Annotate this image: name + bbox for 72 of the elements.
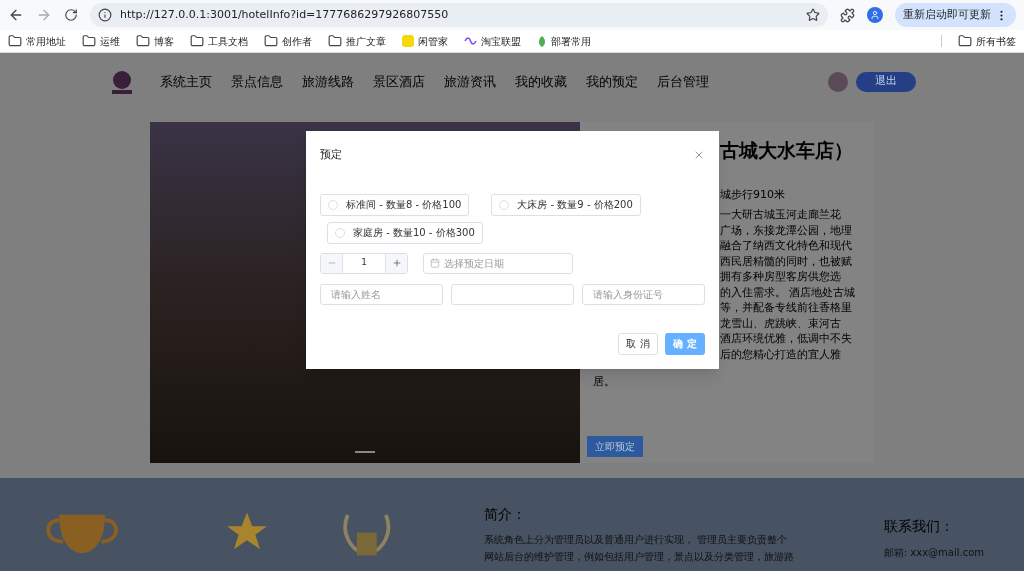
back-icon[interactable] xyxy=(8,7,24,23)
hotel-title: 古城大水车店） xyxy=(720,138,854,163)
description-line: 的入住需求。 酒店地处古城 xyxy=(720,284,857,300)
description-line: 广场，东接龙潭公园，地理 xyxy=(720,222,853,238)
intro-text: 网站后台的维护管理，例如包括用户管理，景点以及分类管理，旅游路 xyxy=(483,550,794,564)
contact-heading: 联系我们： xyxy=(883,517,955,536)
nav-link[interactable]: 后台管理 xyxy=(657,71,709,92)
bookmark-item[interactable]: 运维 xyxy=(82,33,120,49)
description-line: 等，并配备专线前往香格里 xyxy=(720,300,853,316)
extensions-icon[interactable] xyxy=(840,7,855,23)
update-button[interactable]: 重新启动即可更新 xyxy=(895,3,1016,27)
user-avatar[interactable] xyxy=(828,71,848,92)
app-icon xyxy=(402,35,414,47)
contact-email: 邮箱: xxx@mail.com xyxy=(883,546,984,560)
folder-icon xyxy=(136,34,150,48)
text-input-field[interactable]: 请输入姓名 xyxy=(320,283,443,305)
nav-link[interactable]: 我的预定 xyxy=(586,71,638,92)
bookmark-item[interactable]: 闲管家 xyxy=(402,33,448,49)
intro-text: 系统角色上分为管理员以及普通用户进行实现， 管理员主要负责整个 xyxy=(483,533,788,547)
bookmark-item[interactable]: 所有书签 xyxy=(958,33,1016,49)
quantity-value: 1 xyxy=(360,256,368,270)
wave-icon xyxy=(464,37,477,45)
room-option[interactable]: 大床房 - 数量9 - 价格200 xyxy=(491,193,641,216)
date-placeholder: 选择预定日期 xyxy=(444,256,504,271)
bookmark-item[interactable]: 常用地址 xyxy=(8,33,66,49)
intro-heading: 简介： xyxy=(483,505,527,524)
nav-link[interactable]: 旅游资讯 xyxy=(444,71,496,92)
bookmark-item[interactable]: 博客 xyxy=(136,33,174,49)
description-line: 后的您精心打造的宜人雅 xyxy=(720,346,842,362)
bookmark-star-icon[interactable] xyxy=(806,8,820,22)
room-option[interactable]: 家庭房 - 数量10 - 价格300 xyxy=(327,221,483,244)
folder-icon xyxy=(264,34,278,48)
quantity-stepper[interactable]: 1 xyxy=(320,252,408,274)
folder-icon xyxy=(82,34,96,48)
book-now-button[interactable]: 立即预定 xyxy=(587,436,643,457)
hotel-distance: 城步行910米 xyxy=(720,186,786,203)
description-line: 酒店环境优雅，低调中不失 xyxy=(720,331,853,347)
profile-avatar[interactable] xyxy=(867,7,883,23)
reload-icon[interactable] xyxy=(64,8,78,22)
nav-link[interactable]: 景区酒店 xyxy=(373,71,425,92)
forward-icon[interactable] xyxy=(36,7,52,23)
nav-link[interactable]: 系统主页 xyxy=(160,71,212,92)
text-input-field[interactable]: 请输入身份证号 xyxy=(582,283,705,305)
bookmark-item[interactable]: 淘宝联盟 xyxy=(464,33,521,49)
bookmark-item[interactable]: 推广文章 xyxy=(328,33,386,49)
cancel-button[interactable]: 取 消 xyxy=(618,332,658,355)
folder-icon xyxy=(190,34,204,48)
plus-icon[interactable] xyxy=(391,258,402,268)
dialog-title: 预定 xyxy=(320,147,342,163)
address-bar[interactable]: http://127.0.0.1:3001/hotelInfo?id=1777686297926807550 xyxy=(90,3,828,27)
nav-link[interactable]: 我的收藏 xyxy=(515,71,567,92)
description-line: 一大研古城玉河走廊兰花 xyxy=(720,207,842,223)
logout-button[interactable]: 退出 xyxy=(856,71,916,92)
folder-icon xyxy=(328,34,342,48)
bookmark-item[interactable]: 工具文档 xyxy=(190,33,248,49)
bookmark-item[interactable]: 创作者 xyxy=(264,33,312,49)
nav-link[interactable]: 景点信息 xyxy=(231,71,283,92)
text-input-field[interactable] xyxy=(451,283,574,305)
room-option[interactable]: 标准间 - 数量8 - 价格100 xyxy=(320,193,470,216)
bookmark-item[interactable]: 部署常用 xyxy=(537,33,591,49)
folder-icon xyxy=(8,34,22,48)
description-line: 西民居精髓的同时，也被赋 xyxy=(720,253,853,269)
description-line: 拥有多种房型客房供您选 xyxy=(720,269,842,285)
info-icon xyxy=(98,8,112,22)
calendar-icon xyxy=(430,258,440,268)
description-line: 居。 xyxy=(592,374,616,390)
folder-icon xyxy=(958,34,972,48)
nav-link[interactable]: 旅游线路 xyxy=(302,71,354,92)
leaf-icon xyxy=(537,34,547,48)
description-line: 融合了纳西文化特色和现代 xyxy=(720,238,853,254)
url-text: http://127.0.0.1:3001/hotelInfo?id=1777686297926807550 xyxy=(120,6,450,23)
description-line: 龙雪山、虎跳峡、束河古 xyxy=(720,315,842,331)
